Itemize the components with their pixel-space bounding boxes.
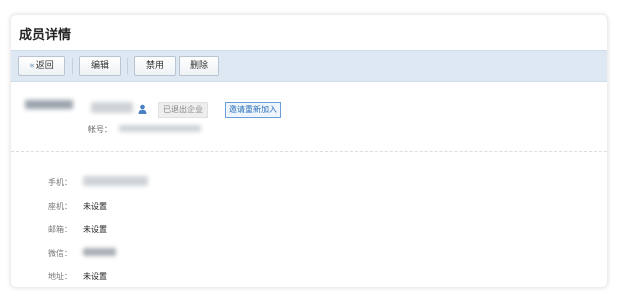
email-value: 未设置 bbox=[83, 225, 107, 234]
toolbar-separator bbox=[127, 58, 128, 74]
action-toolbar: «返回 编辑 禁用 删除 bbox=[11, 50, 607, 82]
address-value: 未设置 bbox=[83, 272, 107, 281]
member-detail-card: 成员详情 «返回 编辑 禁用 删除 已退出企业 邀请重新加入 帐号： 手机： 座… bbox=[10, 14, 608, 288]
double-chevron-left-icon: « bbox=[29, 61, 35, 71]
back-button[interactable]: «返回 bbox=[18, 56, 65, 76]
disable-button-label: 禁用 bbox=[145, 61, 164, 71]
landline-value: 未设置 bbox=[83, 202, 107, 211]
back-button-label: 返回 bbox=[35, 61, 54, 71]
edit-button-label: 编辑 bbox=[90, 61, 109, 71]
wechat-value-redacted bbox=[83, 248, 116, 256]
email-label: 邮箱： bbox=[48, 225, 72, 234]
delete-button[interactable]: 删除 bbox=[179, 56, 219, 76]
section-divider bbox=[11, 151, 607, 152]
account-value-redacted bbox=[119, 125, 201, 132]
landline-label: 座机： bbox=[48, 202, 72, 211]
person-icon bbox=[138, 104, 147, 114]
wechat-label: 微信： bbox=[48, 249, 72, 258]
edit-button[interactable]: 编辑 bbox=[79, 56, 121, 76]
disable-button[interactable]: 禁用 bbox=[134, 56, 176, 76]
invite-rejoin-button[interactable]: 邀请重新加入 bbox=[225, 102, 281, 118]
page-title: 成员详情 bbox=[19, 28, 72, 43]
account-label: 帐号： bbox=[88, 125, 112, 134]
mobile-value-redacted bbox=[83, 176, 148, 186]
toolbar-separator bbox=[72, 58, 73, 74]
status-badge: 已退出企业 bbox=[158, 102, 208, 118]
mobile-label: 手机： bbox=[48, 178, 72, 187]
avatar bbox=[25, 100, 73, 109]
delete-button-label: 删除 bbox=[189, 61, 208, 71]
member-name-redacted bbox=[91, 102, 133, 113]
address-label: 地址： bbox=[48, 272, 72, 281]
